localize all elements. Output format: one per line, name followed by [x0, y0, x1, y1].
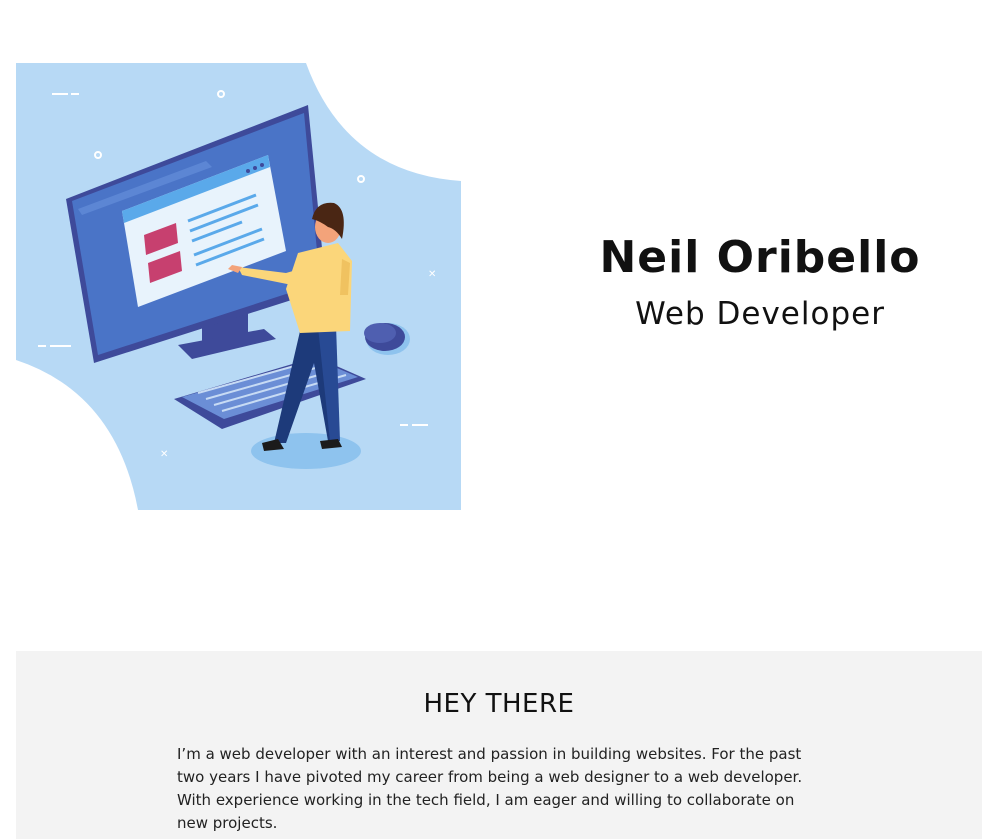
hero-name: Neil Oribello — [599, 232, 921, 283]
hero-illustration: ✕ ✕ — [16, 63, 461, 510]
developer-at-computer-icon: ✕ ✕ — [16, 63, 461, 510]
about-section: HEY THERE I’m a web developer with an in… — [16, 651, 982, 839]
hero-role: Web Developer — [635, 296, 885, 332]
hero-text: Neil Oribello Web Developer — [560, 228, 960, 334]
svg-text:✕: ✕ — [160, 449, 168, 460]
svg-text:✕: ✕ — [428, 269, 436, 280]
about-body-text: I’m a web developer with an interest and… — [177, 745, 803, 832]
about-heading: HEY THERE — [423, 689, 575, 719]
